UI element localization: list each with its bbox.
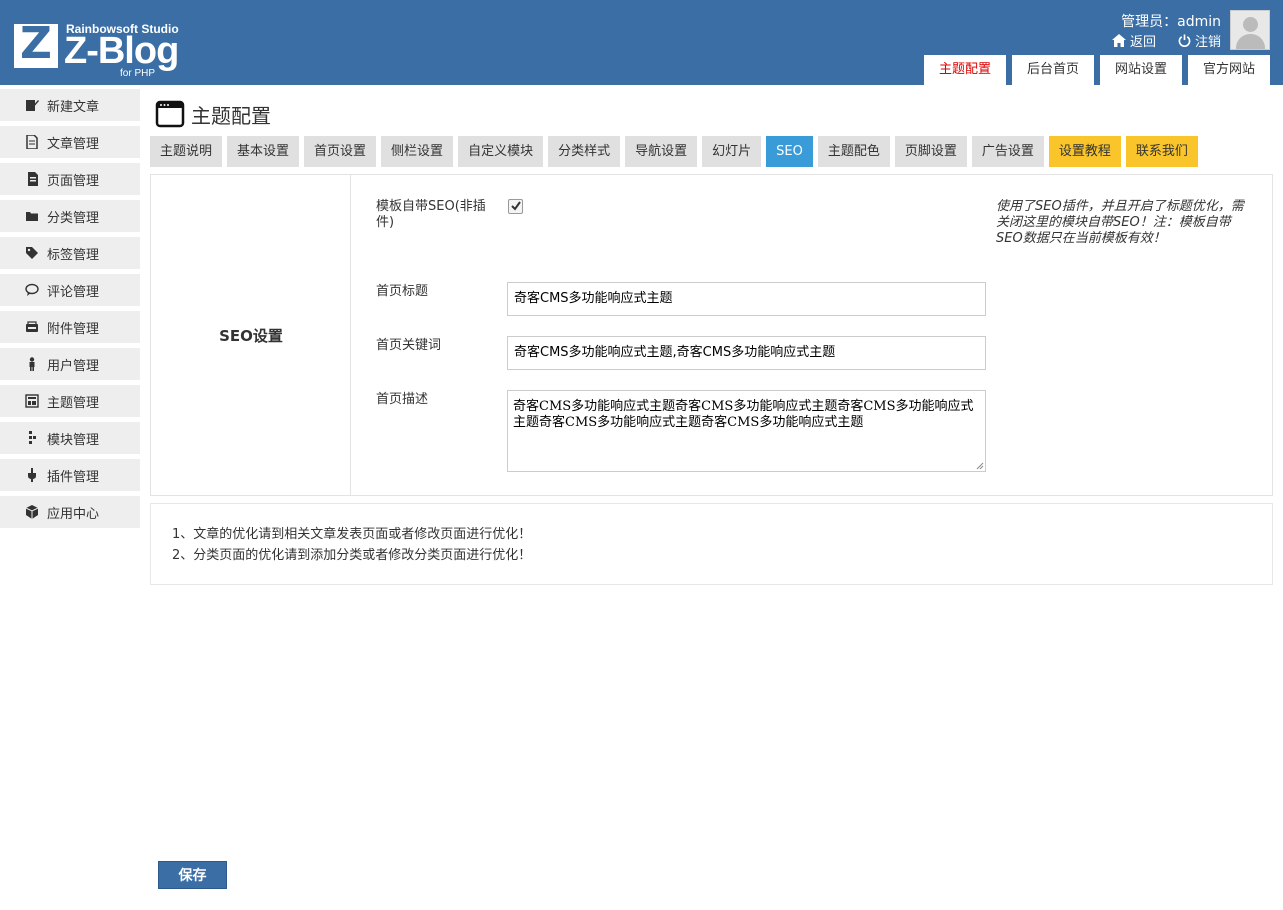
- edit-icon: [26, 100, 39, 111]
- layout-icon: [25, 394, 39, 408]
- tip-article-seo: 1、文章的优化请到相关文章发表页面或者修改页面进行优化！: [172, 527, 532, 542]
- header-tab-dashboard[interactable]: 后台首页: [1011, 55, 1094, 85]
- top-header: Z Rainbowsoft Studio Z-Blog for PHP 管理员：…: [0, 0, 1283, 85]
- sidebar-item-tags[interactable]: 标签管理: [0, 237, 140, 269]
- header-tab-official-site[interactable]: 官方网站: [1187, 55, 1270, 85]
- sidebar-item-themes[interactable]: 主题管理: [0, 385, 140, 417]
- avatar[interactable]: [1230, 10, 1270, 50]
- module-icon: [29, 431, 36, 444]
- builtin-seo-label: 模板自带SEO(非插件): [376, 199, 486, 230]
- builtin-seo-checkbox[interactable]: [508, 199, 523, 214]
- home-icon: [1111, 34, 1126, 47]
- logout-link[interactable]: 注销: [1178, 31, 1221, 50]
- seo-section-title: SEO设置: [219, 327, 283, 345]
- resize-grip-icon[interactable]: [976, 462, 984, 470]
- document-icon: [26, 135, 38, 149]
- home-keywords-label: 首页关键词: [376, 338, 442, 353]
- page-title: 主题配置: [191, 103, 271, 128]
- tab-theme-colors[interactable]: 主题配色: [817, 136, 890, 167]
- tab-custom-module[interactable]: 自定义模块: [458, 136, 544, 167]
- sidebar-item-app-center[interactable]: 应用中心: [0, 496, 140, 528]
- tab-contact-us[interactable]: 联系我们: [1125, 136, 1198, 167]
- logo-mark: Z: [14, 18, 58, 69]
- home-title-input[interactable]: 奇客CMS多功能响应式主题: [507, 282, 986, 316]
- pages-icon: [28, 172, 38, 186]
- user-icon: [29, 357, 35, 371]
- seo-tips: 1、文章的优化请到相关文章发表页面或者修改页面进行优化！ 2、分类页面的优化请到…: [150, 503, 1273, 585]
- home-description-label: 首页描述: [376, 392, 429, 407]
- tab-theme-intro[interactable]: 主题说明: [150, 136, 223, 167]
- page-heading: 主题配置: [155, 99, 271, 129]
- plug-icon: [28, 468, 36, 482]
- header-tabs: 主题配置 后台首页 网站设置 官方网站: [923, 55, 1270, 85]
- back-link[interactable]: 返回: [1111, 31, 1156, 50]
- tab-setup-tutorial[interactable]: 设置教程: [1048, 136, 1121, 167]
- tab-nav-settings[interactable]: 导航设置: [625, 136, 698, 167]
- header-tab-site-settings[interactable]: 网站设置: [1099, 55, 1182, 85]
- admin-username: 管理员：admin: [1121, 14, 1221, 30]
- sidebar-item-attachments[interactable]: 附件管理: [0, 311, 140, 343]
- sidebar-item-comments[interactable]: 评论管理: [0, 274, 140, 306]
- seo-panel: SEO设置 模板自带SEO(非插件) 使用了SEO插件，并且开启了标题优化，需关…: [150, 174, 1273, 496]
- tag-icon: [26, 247, 38, 259]
- tip-category-seo: 2、分类页面的优化请到添加分类或者修改分类页面进行优化！: [172, 548, 532, 563]
- comment-icon: [25, 283, 39, 296]
- attachment-icon: [26, 321, 38, 332]
- box-icon: [25, 505, 39, 519]
- sidebar-item-modules[interactable]: 模块管理: [0, 422, 140, 454]
- window-icon: [155, 100, 185, 128]
- folder-icon: [26, 212, 38, 221]
- tab-ad-settings[interactable]: 广告设置: [971, 136, 1044, 167]
- home-title-label: 首页标题: [376, 284, 429, 299]
- tab-seo[interactable]: SEO: [766, 136, 813, 167]
- save-button[interactable]: 保存: [158, 861, 227, 889]
- sidebar-item-categories[interactable]: 分类管理: [0, 200, 140, 232]
- sidebar: 新建文章 文章管理 页面管理 分类管理 标签管理 评论管理 附件管理 用户管理 …: [0, 89, 140, 533]
- logo-title-text: Z-Blog: [64, 30, 179, 72]
- power-icon: [1178, 34, 1191, 47]
- settings-tabs: 主题说明 基本设置 首页设置 侧栏设置 自定义模块 分类样式 导航设置 幻灯片 …: [150, 136, 1198, 167]
- logo-sub-text: for PHP: [120, 68, 156, 79]
- home-keywords-input[interactable]: 奇客CMS多功能响应式主题,奇客CMS多功能响应式主题: [507, 336, 986, 370]
- tab-footer-settings[interactable]: 页脚设置: [894, 136, 967, 167]
- sidebar-item-users[interactable]: 用户管理: [0, 348, 140, 380]
- sidebar-item-articles[interactable]: 文章管理: [0, 126, 140, 158]
- tab-basic-settings[interactable]: 基本设置: [227, 136, 300, 167]
- check-icon: [511, 201, 521, 211]
- sidebar-item-pages[interactable]: 页面管理: [0, 163, 140, 195]
- zblog-logo: Z Rainbowsoft Studio Z-Blog for PHP: [14, 18, 194, 82]
- header-links: 返回 注销: [1111, 31, 1221, 50]
- tab-slideshow[interactable]: 幻灯片: [702, 136, 762, 167]
- sidebar-item-new-article[interactable]: 新建文章: [0, 89, 140, 121]
- seo-panel-sidebar: SEO设置: [151, 175, 351, 495]
- sidebar-item-plugins[interactable]: 插件管理: [0, 459, 140, 491]
- tab-home-settings[interactable]: 首页设置: [304, 136, 377, 167]
- tab-category-style[interactable]: 分类样式: [548, 136, 621, 167]
- seo-plugin-note: 使用了SEO插件，并且开启了标题优化，需关闭这里的模块自带SEO！注：模板自带S…: [996, 199, 1244, 246]
- header-tab-theme-config[interactable]: 主题配置: [923, 55, 1006, 85]
- tab-sidebar-settings[interactable]: 侧栏设置: [381, 136, 454, 167]
- home-description-textarea[interactable]: 奇客CMS多功能响应式主题奇客CMS多功能响应式主题奇客CMS多功能响应式主题奇…: [507, 390, 986, 472]
